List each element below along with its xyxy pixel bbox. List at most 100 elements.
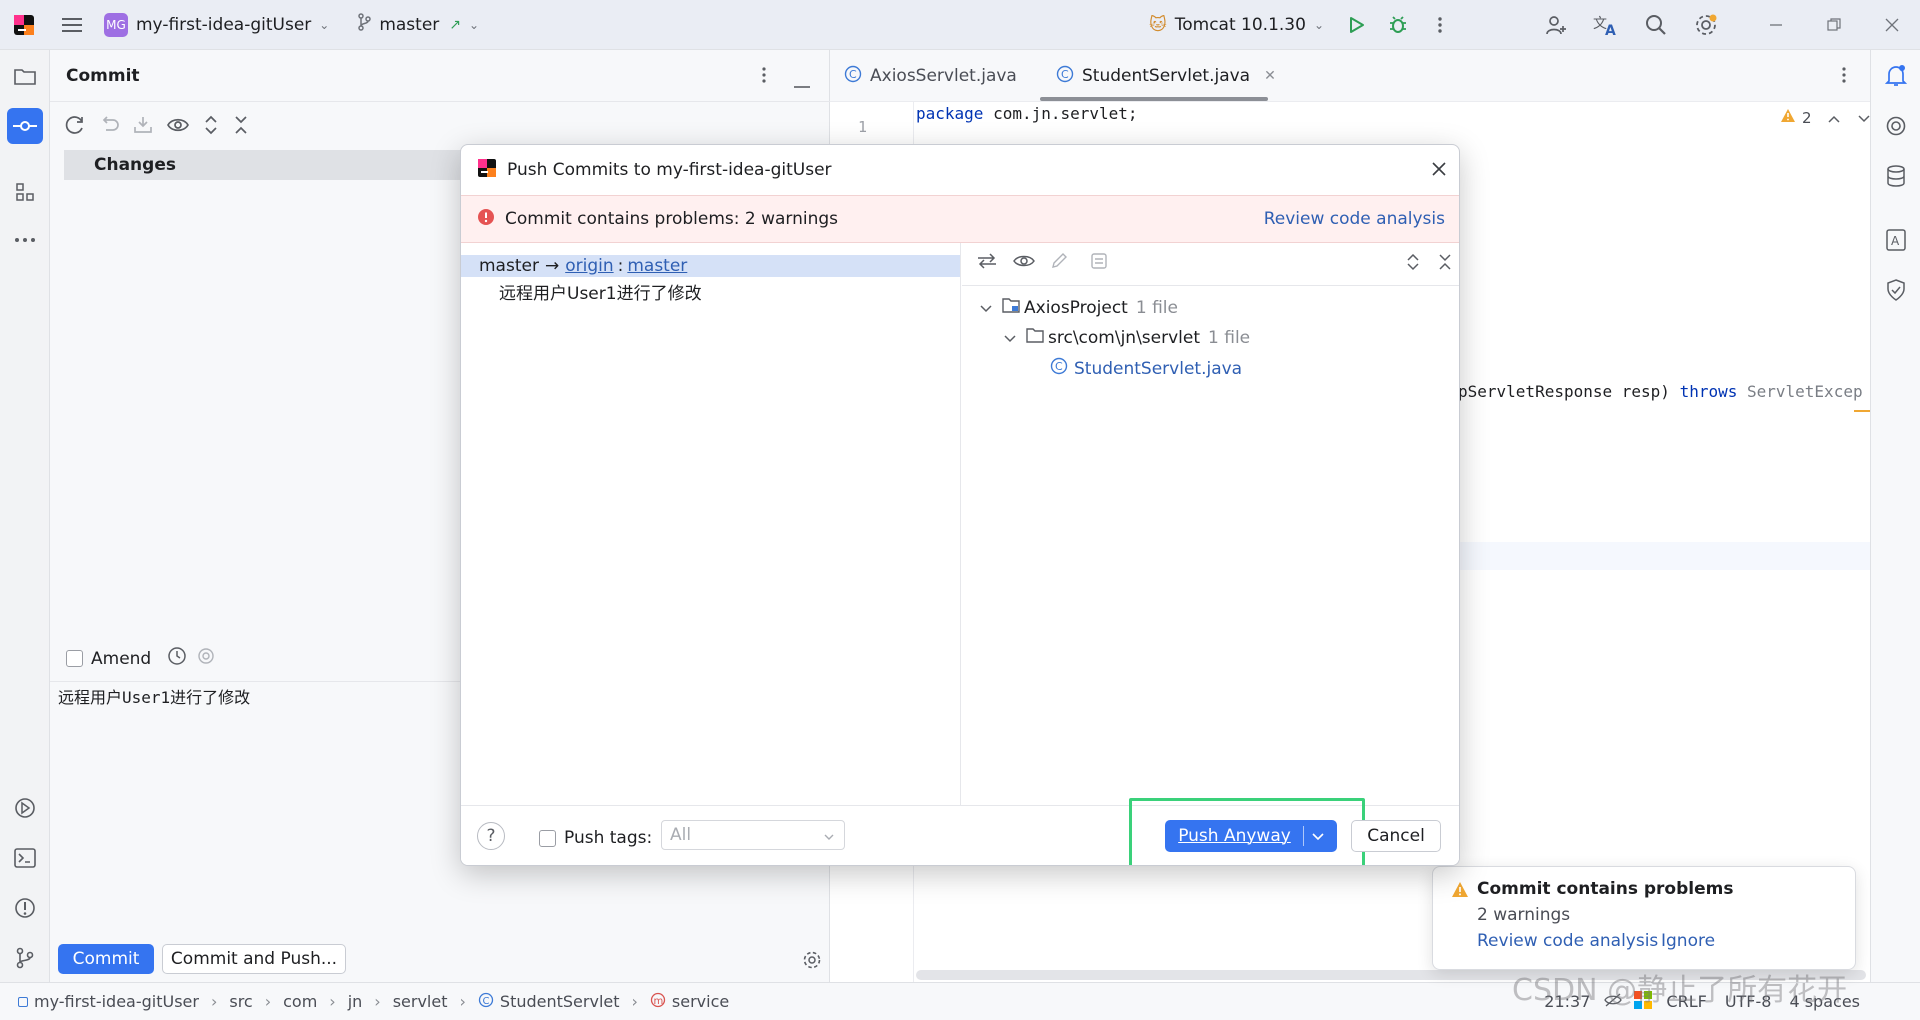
commit-button[interactable]: Commit xyxy=(58,944,154,974)
commit-message-field[interactable]: 远程用户User1进行了修改 xyxy=(58,684,250,708)
svg-text:A: A xyxy=(1605,23,1616,36)
tree-node-folder[interactable]: src\com\jn\servlet 1 file xyxy=(1004,327,1250,348)
code-line-fragment[interactable]: pServletResponse resp) throws ServletExc… xyxy=(1458,382,1863,401)
show-diff-eye-icon[interactable] xyxy=(166,114,190,141)
tree-count: 1 file xyxy=(1208,327,1251,348)
group-by-icon[interactable] xyxy=(1090,252,1108,275)
collapse-all-icon[interactable] xyxy=(1438,253,1452,276)
tomcat-icon: 🐱 xyxy=(1149,14,1167,35)
commit-entry[interactable]: 远程用户User1进行了修改 xyxy=(499,279,702,304)
breadcrumb-item[interactable]: StudentServlet xyxy=(500,992,620,1011)
breadcrumb-item[interactable]: service xyxy=(672,992,729,1011)
tab-options-icon[interactable] xyxy=(1842,66,1846,89)
shelve-icon[interactable] xyxy=(132,114,154,141)
run-config-selector[interactable]: 🐱 Tomcat 10.1.30 ⌄ xyxy=(1149,0,1324,50)
security-shield-icon[interactable] xyxy=(1878,272,1914,308)
compare-arrows-icon[interactable] xyxy=(976,251,998,276)
commits-list-pane: master → origin : master 远程用户User1进行了修改 xyxy=(461,243,961,805)
commit-and-push-button[interactable]: Commit and Push... xyxy=(162,944,346,974)
terminal-icon[interactable] xyxy=(7,840,43,876)
tree-label: StudentServlet.java xyxy=(1074,358,1243,379)
run-icon[interactable] xyxy=(1338,7,1374,43)
chevron-up-icon[interactable] xyxy=(1828,108,1840,128)
review-code-analysis-link[interactable]: Review code analysis xyxy=(1264,209,1445,229)
structure-icon[interactable] xyxy=(7,174,43,210)
warning-stripe-marker[interactable] xyxy=(1854,410,1870,412)
project-folder-icon[interactable] xyxy=(7,58,43,94)
review-code-analysis-link[interactable]: Review code analysis xyxy=(1477,931,1658,951)
java-class-icon: C xyxy=(844,65,862,88)
restore-icon[interactable] xyxy=(1816,7,1852,43)
database-icon[interactable] xyxy=(1878,158,1914,194)
code-text: com.jn.servlet; xyxy=(983,104,1138,123)
project-selector[interactable]: MG my-first-idea-gitUser ⌄ xyxy=(104,0,329,50)
push-target-row[interactable]: master → origin : master xyxy=(461,255,960,277)
push-tags-select[interactable]: All xyxy=(661,820,845,850)
chevron-down-icon[interactable] xyxy=(1858,108,1870,128)
refresh-icon[interactable] xyxy=(64,114,86,141)
history-clock-icon[interactable] xyxy=(167,646,187,671)
push-tags-checkbox[interactable] xyxy=(539,829,556,847)
local-branch: master xyxy=(479,256,539,276)
chevron-down-icon[interactable] xyxy=(1312,826,1324,846)
chevron-down-icon[interactable] xyxy=(980,298,992,318)
cancel-button[interactable]: Cancel xyxy=(1351,820,1441,852)
translate-icon[interactable]: 文A xyxy=(1588,7,1624,43)
inspection-widget[interactable]: 2 xyxy=(1780,108,1870,128)
breadcrumb-item[interactable]: servlet xyxy=(393,992,448,1011)
close-tab-icon[interactable]: ✕ xyxy=(1264,68,1276,84)
collapse-all-icon[interactable] xyxy=(232,114,250,141)
search-icon[interactable] xyxy=(1638,7,1674,43)
settings-gear-icon[interactable] xyxy=(1688,7,1724,43)
tab-student-servlet[interactable]: C StudentServlet.java ✕ xyxy=(1056,50,1276,102)
minimize-icon[interactable] xyxy=(1758,7,1794,43)
rollback-icon[interactable] xyxy=(98,114,120,141)
sql-font-icon[interactable]: A xyxy=(1878,222,1914,258)
amend-label: Amend xyxy=(91,648,152,669)
expand-all-icon[interactable] xyxy=(1406,253,1420,276)
git-icon[interactable] xyxy=(7,940,43,976)
button-divider xyxy=(1302,826,1304,846)
main-menu-icon[interactable] xyxy=(54,7,90,43)
tree-node-project[interactable]: AxiosProject 1 file xyxy=(980,297,1178,318)
tab-axios-servlet[interactable]: C AxiosServlet.java xyxy=(844,50,1017,102)
problems-warning-banner: Commit contains problems: 2 warnings Rev… xyxy=(461,195,1459,243)
chevron-down-icon: ⌄ xyxy=(469,17,480,32)
push-anyway-button[interactable]: Push Anyway xyxy=(1165,820,1337,852)
notifications-bell-icon[interactable] xyxy=(1878,58,1914,94)
commit-tool-icon[interactable] xyxy=(7,108,43,144)
breadcrumb-item[interactable]: my-first-idea-gitUser xyxy=(34,992,199,1011)
problems-icon[interactable] xyxy=(7,890,43,926)
more-actions-icon[interactable] xyxy=(1422,7,1458,43)
expand-all-icon[interactable] xyxy=(202,114,220,141)
breadcrumb-item[interactable]: com xyxy=(283,992,317,1011)
amend-checkbox[interactable] xyxy=(66,650,83,667)
show-diff-eye-icon[interactable] xyxy=(1012,251,1036,276)
help-icon[interactable]: ? xyxy=(477,822,505,850)
edit-pencil-icon[interactable] xyxy=(1050,252,1068,275)
ai-assistant-icon[interactable] xyxy=(197,647,215,670)
close-window-icon[interactable] xyxy=(1874,7,1910,43)
ignore-link[interactable]: Ignore xyxy=(1661,931,1715,951)
tree-node-file[interactable]: C StudentServlet.java xyxy=(1050,357,1242,380)
branch-selector[interactable]: master ↗ ⌄ xyxy=(357,0,479,50)
ai-chat-icon[interactable] xyxy=(1878,108,1914,144)
push-tags-value: All xyxy=(670,825,692,845)
code-line-1[interactable]: package com.jn.servlet; xyxy=(916,104,1138,123)
services-icon[interactable] xyxy=(7,790,43,826)
breadcrumb-item[interactable]: src xyxy=(229,992,252,1011)
add-user-icon[interactable] xyxy=(1538,7,1574,43)
class-icon: C xyxy=(478,992,494,1012)
close-dialog-icon[interactable] xyxy=(1431,161,1447,182)
breadcrumb-item[interactable]: jn xyxy=(348,992,363,1011)
debug-icon[interactable] xyxy=(1380,7,1416,43)
hide-panel-icon[interactable] xyxy=(794,74,810,94)
svg-text:m: m xyxy=(653,996,663,1007)
module-folder-icon xyxy=(1002,297,1020,318)
chevron-down-icon[interactable] xyxy=(1004,328,1016,348)
more-tools-icon[interactable] xyxy=(7,222,43,258)
panel-options-icon[interactable] xyxy=(762,66,766,89)
remote-name-link[interactable]: origin xyxy=(565,256,613,276)
commit-options-gear-icon[interactable] xyxy=(802,950,822,975)
remote-branch-link[interactable]: master xyxy=(627,256,687,276)
